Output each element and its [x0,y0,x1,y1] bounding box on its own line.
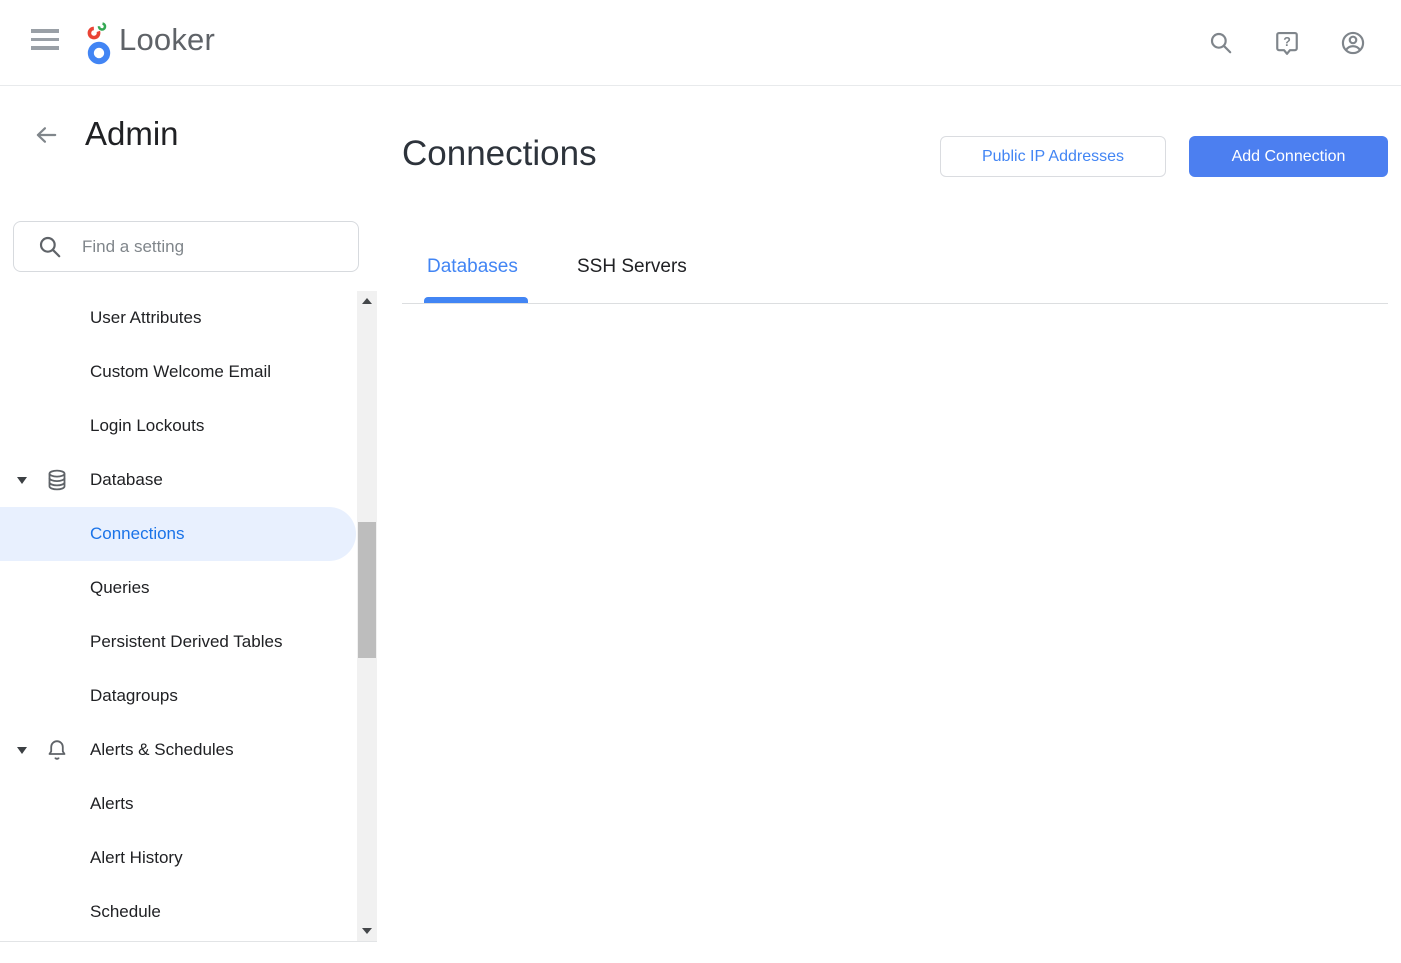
sidebar-item-alerts[interactable]: Alerts [0,777,356,831]
sidebar-item-login-lockouts[interactable]: Login Lockouts [0,399,356,453]
help-icon[interactable]: ? [1274,30,1300,56]
scrollbar-thumb[interactable] [358,522,376,658]
sidebar-group-alerts-schedules[interactable]: Alerts & Schedules [0,723,356,777]
looker-logo[interactable]: Looker [86,10,215,70]
page-title: Connections [402,134,597,174]
menu-icon[interactable] [31,29,59,50]
admin-panel-title: Admin [85,115,179,153]
sidebar-item-datagroups[interactable]: Datagroups [0,669,356,723]
caret-down-icon[interactable] [14,477,30,484]
find-setting-search [13,221,359,272]
sidebar-item-user-attributes[interactable]: User Attributes [0,291,356,345]
topbar: Looker ? [0,0,1401,86]
tabs-divider [402,303,1388,304]
bell-icon [45,738,69,762]
scroll-up-icon[interactable] [362,298,372,304]
svg-text:?: ? [1283,35,1291,49]
sidebar-bottom-divider [0,941,377,942]
database-icon [45,468,69,492]
looker-logo-icon [86,15,112,65]
sidebar-item-connections[interactable]: Connections [0,507,356,561]
sidebar-item-custom-welcome-email[interactable]: Custom Welcome Email [0,345,356,399]
tab-ssh-servers[interactable]: SSH Servers [577,252,687,282]
add-connection-button[interactable]: Add Connection [1189,136,1388,177]
account-icon[interactable] [1340,30,1366,56]
sidebar-item-alert-history[interactable]: Alert History [0,831,356,885]
sidebar-item-schedule[interactable]: Schedule [0,885,356,939]
caret-down-icon[interactable] [14,747,30,754]
scroll-down-icon[interactable] [362,928,372,934]
sidebar-item-queries[interactable]: Queries [0,561,356,615]
back-arrow-icon[interactable] [33,122,59,148]
tab-databases[interactable]: Databases [427,252,518,282]
sidebar-scrollbar[interactable] [357,291,377,941]
sidebar-group-database[interactable]: Database [0,453,356,507]
public-ip-addresses-button[interactable]: Public IP Addresses [940,136,1166,177]
search-input[interactable] [14,222,358,271]
admin-settings-nav: User Attributes Custom Welcome Email Log… [0,291,356,939]
sidebar-item-persistent-derived-tables[interactable]: Persistent Derived Tables [0,615,356,669]
app-name: Looker [119,22,215,58]
search-icon[interactable] [1208,30,1234,56]
